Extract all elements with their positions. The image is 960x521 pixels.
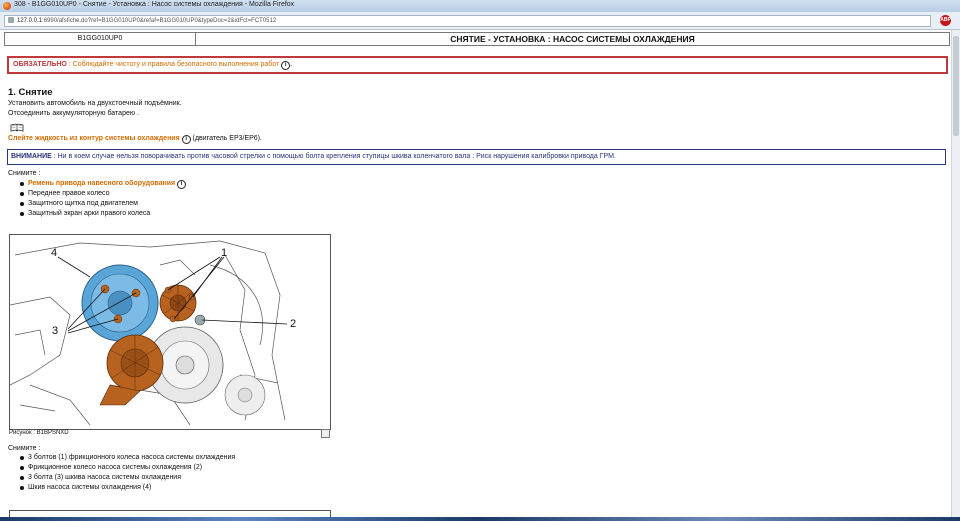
- mandatory-label: ОБЯЗАТЕЛЬНО: [13, 61, 67, 68]
- attention-label: ВНИМАНИЕ: [11, 153, 52, 160]
- firefox-icon: [3, 2, 11, 10]
- attention-notice: ВНИМАНИЕ : Ни в коем случае нельзя повор…: [7, 149, 946, 165]
- list-item: Ремень привода навесного оборудования i: [20, 179, 187, 189]
- scrollbar-thumb[interactable]: [953, 36, 959, 136]
- callout-4: 4: [51, 247, 57, 259]
- figure-caption: Рисунок : B1BPSNXD: [9, 430, 69, 436]
- drain-coolant-link[interactable]: Слейте жидкость из контур системы охлажд…: [8, 135, 180, 142]
- step-battery: Отсоединить аккумуляторную батарею .: [8, 110, 139, 117]
- callout-2: 2: [290, 318, 296, 330]
- list-item: Защитного щитка под двигателем: [20, 199, 186, 209]
- remove-label: Снимите :: [8, 170, 41, 177]
- step-lift: Установить автомобиль на двухстоечный по…: [8, 100, 182, 107]
- document-code: B1GG010UP0: [5, 33, 196, 45]
- info-icon[interactable]: i: [177, 180, 187, 189]
- drain-note: (двигатель EP3/EP6).: [190, 135, 262, 142]
- list-item: Защитный экран арки правого колеса: [20, 209, 186, 219]
- adblock-icon[interactable]: ABP: [940, 15, 951, 26]
- engine-illustration: 1 2 3 4: [10, 235, 330, 429]
- address-bar[interactable]: 127.0.0.1:6990/afsfiche.do?ref=B1GG010UP…: [4, 15, 931, 27]
- print-icon[interactable]: [321, 429, 330, 438]
- document-title: СНЯТИЕ - УСТАНОВКА : НАСОС СИСТЕМЫ ОХЛАЖ…: [450, 34, 695, 44]
- belt-link[interactable]: Ремень привода навесного оборудования: [28, 180, 175, 187]
- list-item: Переднее правое колесо: [20, 189, 186, 199]
- callout-3: 3: [52, 325, 58, 337]
- info-icon[interactable]: i: [281, 61, 291, 70]
- url-path: :6990/afsfiche.do?ref=B1GG010UP0&refaf=B…: [42, 18, 277, 24]
- drain-coolant-step: Слейте жидкость из контур системы охлажд…: [8, 135, 262, 144]
- mandatory-notice: ОБЯЗАТЕЛЬНО : Соблюдайте чистоту и прави…: [7, 56, 948, 74]
- book-icon[interactable]: [10, 123, 24, 132]
- vertical-scrollbar[interactable]: [951, 30, 960, 521]
- remove-label-2: Снимите :: [8, 445, 41, 452]
- list-item: Шкив насоса системы охлаждения (4): [20, 483, 235, 493]
- window-titlebar: 308 - B1GG010UP0 - Снятие - Установка : …: [0, 0, 960, 12]
- site-identity-icon[interactable]: [8, 17, 14, 23]
- navigation-toolbar: 127.0.0.1:6990/afsfiche.do?ref=B1GG010UP…: [0, 12, 960, 30]
- list-item: 3 болтов (1) фрикционного колеса насоса …: [20, 453, 235, 463]
- mandatory-text: : Соблюдайте чистоту и правила безопасно…: [66, 61, 280, 68]
- attention-text: : Ни в коем случае нельзя поворачивать п…: [51, 153, 616, 160]
- url-host: 127.0.0.1: [17, 18, 43, 24]
- remove-list-1: Ремень привода навесного оборудования i П…: [20, 179, 187, 219]
- engine-figure: 1 2 3 4: [9, 234, 331, 430]
- window-title: 308 - B1GG010UP0 - Снятие - Установка : …: [14, 1, 295, 8]
- mandatory-tail: .: [290, 61, 293, 68]
- list-item: Фрикционное колесо насоса системы охлажд…: [20, 463, 235, 473]
- section-title-removal: 1. Снятие: [8, 87, 53, 98]
- remove-list-2: 3 болтов (1) фрикционного колеса насоса …: [20, 453, 235, 493]
- list-item: 3 болта (3) шкива насоса системы охлажде…: [20, 473, 235, 483]
- document-header: B1GG010UP0 СНЯТИЕ - УСТАНОВКА : НАСОС СИ…: [4, 32, 950, 46]
- info-icon[interactable]: i: [181, 135, 191, 144]
- page-content: B1GG010UP0 СНЯТИЕ - УСТАНОВКА : НАСОС СИ…: [0, 30, 952, 521]
- taskbar: [0, 517, 960, 521]
- callout-1: 1: [221, 247, 227, 259]
